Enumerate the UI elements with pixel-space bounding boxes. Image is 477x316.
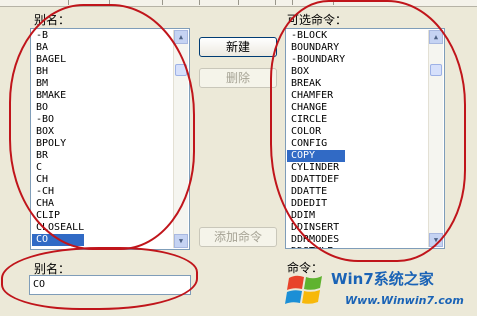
alias-scrollbar[interactable]: ▲ ▼ [173, 30, 188, 248]
list-item[interactable]: BOUNDARY [287, 42, 345, 54]
list-item[interactable]: DDEDIT [287, 198, 345, 210]
list-item[interactable]: DDSTYLE [287, 246, 345, 248]
list-item[interactable]: BREAK [287, 78, 345, 90]
scroll-thumb[interactable] [175, 64, 187, 76]
list-item[interactable]: CHA [32, 198, 84, 210]
alias-items: -B BA BAGEL BH BM BMAKE BO -BO BOX BPOLY BR C CH -CH C… [32, 30, 85, 246]
list-item[interactable]: BH [32, 66, 84, 78]
list-item[interactable]: -BO [32, 114, 84, 126]
tab[interactable] [292, 0, 334, 5]
scroll-up-icon[interactable]: ▲ [174, 30, 188, 44]
list-item[interactable]: COPY [287, 150, 346, 162]
tab[interactable] [162, 0, 200, 5]
command-listbox[interactable]: -BLOCK BOUNDARY -BOUNDARY BOX BREAK CHAMFER CH… [285, 28, 445, 249]
list-item[interactable]: BAGEL [32, 54, 84, 66]
command-list-label: 可选命令： [287, 13, 348, 27]
list-item[interactable]: DDINSERT [287, 222, 345, 234]
list-item[interactable]: CLOSEALL [32, 222, 84, 234]
list-item[interactable]: BOX [287, 66, 345, 78]
watermark-brand: Win7系统之家 [331, 270, 434, 288]
tab[interactable] [68, 0, 110, 5]
list-item[interactable]: DDATTE [287, 186, 345, 198]
add-command-button[interactable]: 添加命令 [199, 227, 277, 247]
list-item[interactable]: BR [32, 150, 84, 162]
list-item[interactable]: CYLINDER [287, 162, 345, 174]
list-item[interactable]: CIRCLE [287, 114, 345, 126]
list-item[interactable]: -BOUNDARY [287, 54, 345, 66]
scroll-up-icon[interactable]: ▲ [429, 30, 443, 44]
list-item[interactable]: BOX [32, 126, 84, 138]
alias-list-label: 别名： [34, 13, 71, 27]
list-item[interactable]: -BLOCK [287, 30, 345, 42]
new-button[interactable]: 新建 [199, 37, 277, 57]
list-item[interactable]: -B [32, 30, 84, 42]
list-item[interactable]: CH [32, 174, 84, 186]
alias-input[interactable]: CO [29, 275, 191, 295]
list-item[interactable]: COLOR [287, 126, 345, 138]
delete-button[interactable]: 删除 [199, 68, 277, 88]
alias-listbox[interactable]: -B BA BAGEL BH BM BMAKE BO -BO BOX BPOLY BR C CH -CH C… [30, 28, 190, 250]
list-item[interactable]: BA [32, 42, 84, 54]
tab[interactable] [238, 0, 276, 5]
watermark-logo: Win7系统之家 Www.Winwin7.com [283, 264, 477, 316]
list-item[interactable]: DDATTDEF [287, 174, 345, 186]
list-item[interactable]: BM [32, 78, 84, 90]
watermark-url: Www.Winwin7.com [345, 294, 464, 307]
command-scrollbar[interactable]: ▲ ▼ [428, 30, 443, 247]
scroll-down-icon[interactable]: ▼ [174, 234, 188, 248]
list-item[interactable]: CLIP [32, 210, 84, 222]
list-item[interactable]: CHANGE [287, 102, 345, 114]
list-item[interactable]: BPOLY [32, 138, 84, 150]
list-item[interactable]: DDRMODES [287, 234, 345, 246]
command-items: -BLOCK BOUNDARY -BOUNDARY BOX BREAK CHAMFER CH… [287, 30, 346, 248]
list-item[interactable]: DDIM [287, 210, 345, 222]
scroll-down-icon[interactable]: ▼ [429, 233, 443, 247]
list-item[interactable]: BO [32, 102, 84, 114]
scroll-thumb[interactable] [430, 64, 442, 76]
list-item[interactable]: -CH [32, 186, 84, 198]
list-item[interactable]: CHAMFER [287, 90, 345, 102]
list-item[interactable]: CO [32, 234, 85, 246]
windows-logo-icon [285, 275, 322, 304]
list-item[interactable]: BMAKE [32, 90, 84, 102]
tab-strip [0, 0, 477, 7]
list-item[interactable]: C [32, 162, 84, 174]
list-item[interactable]: CONFIG [287, 138, 345, 150]
